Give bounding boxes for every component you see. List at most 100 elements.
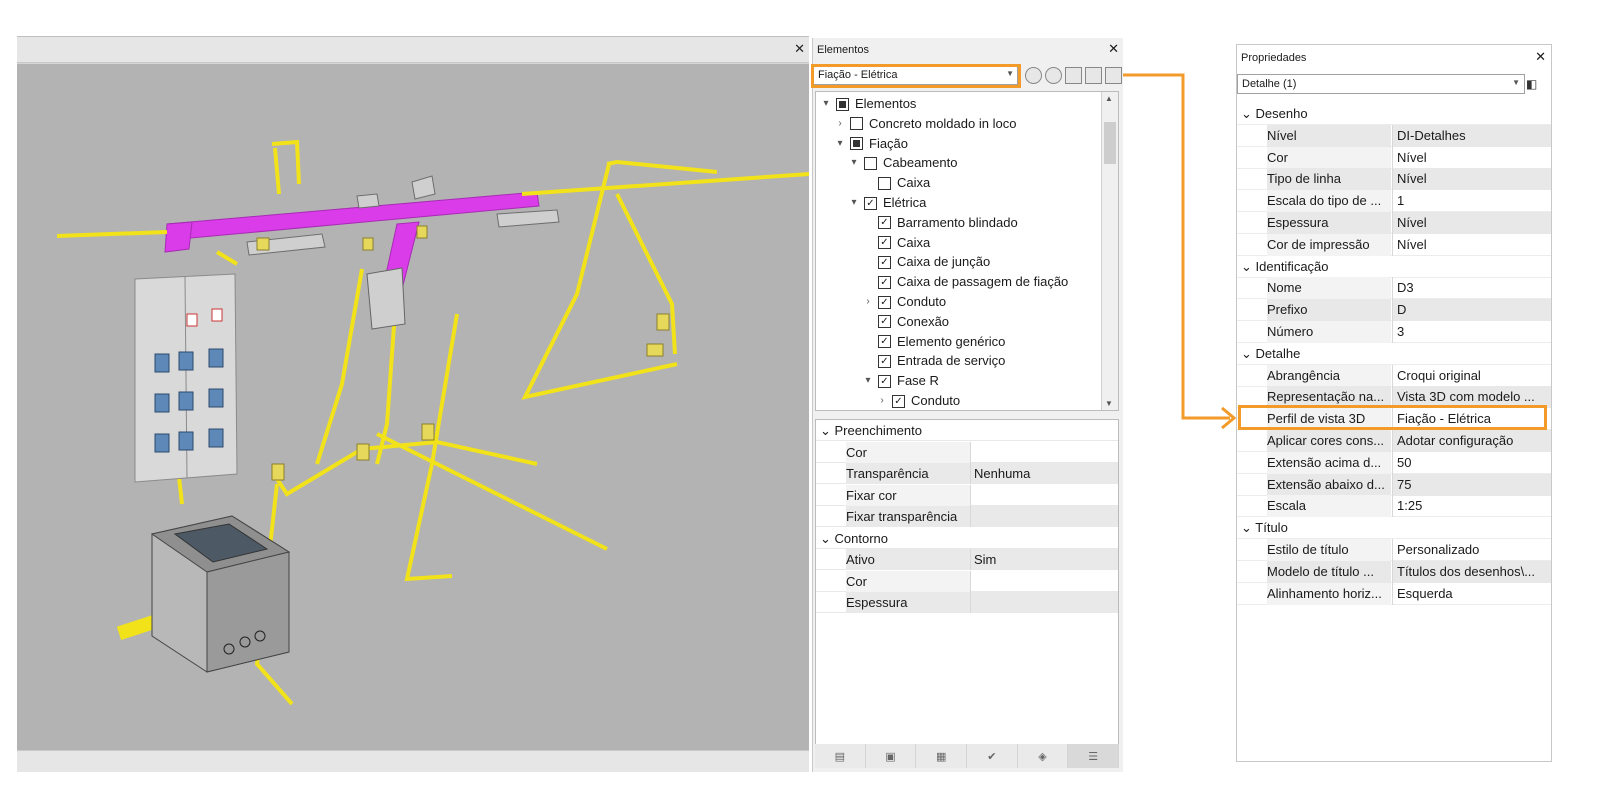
chevron-down-icon[interactable]: ⌄	[1241, 259, 1256, 274]
property-row[interactable]: Cor	[816, 570, 1118, 592]
property-row[interactable]: Cor	[816, 441, 1118, 463]
chevron-down-icon[interactable]: ▾	[834, 134, 846, 154]
chevron-down-icon[interactable]: ▾	[820, 94, 832, 114]
tree-item[interactable]: ▾ Elementos	[820, 94, 916, 114]
tree-item[interactable]: ✓ Caixa de junção	[862, 252, 990, 272]
tree-checkbox[interactable]	[850, 117, 863, 131]
chevron-down-icon[interactable]: ▾	[862, 371, 874, 391]
chevron-down-icon[interactable]: ⌄	[1241, 346, 1256, 361]
property-row[interactable]: Estilo de título Personalizado	[1237, 539, 1551, 561]
new-profile-icon[interactable]	[1025, 67, 1042, 84]
tree-item[interactable]: ▾ Cabeamento	[848, 153, 957, 173]
tree-checkbox[interactable]	[864, 156, 877, 170]
property-section[interactable]: ⌄ Desenho	[1237, 103, 1551, 125]
chevron-down-icon[interactable]: ▾	[848, 193, 860, 213]
tree-checkbox[interactable]	[836, 97, 849, 111]
scroll-down-icon[interactable]: ▼	[1105, 399, 1113, 408]
property-section[interactable]: ⌄ Contorno	[816, 527, 1118, 549]
chevron-down-icon[interactable]: ⌄	[820, 531, 835, 546]
property-value[interactable]: Nenhuma	[970, 463, 1118, 484]
property-row[interactable]: Ativo Sim	[816, 549, 1118, 570]
elements-tree[interactable]: ▲ ▼ ▾ Elementos › Concreto moldado in loco ▾…	[815, 91, 1119, 411]
property-row[interactable]: Espessura Nível	[1237, 212, 1551, 234]
property-row[interactable]: Cor de impressão Nível	[1237, 233, 1551, 256]
3d-viewport[interactable]: ✕	[17, 36, 809, 772]
tree-checkbox[interactable]: ✓	[878, 255, 891, 269]
tree-item[interactable]: › Concreto moldado in loco	[834, 114, 1016, 134]
3d-model-scene[interactable]	[17, 64, 809, 751]
property-value[interactable]: Títulos dos desenhos\...	[1392, 560, 1551, 583]
property-row[interactable]: Extensão abaixo d... 75	[1237, 473, 1551, 496]
tree-item[interactable]: ✓ Entrada de serviço	[862, 351, 1005, 371]
property-value[interactable]: Nível	[1392, 212, 1551, 234]
property-row[interactable]: Número 3	[1237, 321, 1551, 343]
property-row[interactable]: Abrangência Croqui original	[1237, 364, 1551, 387]
tree-item[interactable]: ▾ ✓ Elétrica	[848, 193, 926, 213]
tab-detail-icon[interactable]: ▦	[916, 744, 968, 768]
property-row[interactable]: Cor Nível	[1237, 146, 1551, 169]
property-section[interactable]: ⌄ Identificação	[1237, 256, 1551, 278]
menu-icon[interactable]	[1105, 67, 1122, 84]
chevron-down-icon[interactable]: ▾	[848, 153, 860, 173]
property-row[interactable]: Alinhamento horiz... Esquerda	[1237, 582, 1551, 605]
property-section[interactable]: ⌄ Detalhe	[1237, 343, 1551, 365]
tree-checkbox[interactable]	[850, 137, 863, 151]
tree-item[interactable]: Caixa	[862, 173, 930, 193]
property-value[interactable]	[970, 570, 1118, 592]
property-row[interactable]: Escala 1:25	[1237, 495, 1551, 518]
property-row[interactable]: Fixar cor	[816, 484, 1118, 506]
tree-item[interactable]: ▾ Fiação	[834, 134, 908, 154]
tree-checkbox[interactable]: ✓	[878, 236, 891, 250]
tree-item[interactable]: ✓ Elemento genérico	[862, 332, 1005, 352]
property-value[interactable]: D3	[1392, 277, 1551, 300]
tree-checkbox[interactable]	[878, 176, 891, 190]
property-value[interactable]: Esquerda	[1392, 582, 1551, 605]
property-value[interactable]: Nível	[1392, 233, 1551, 256]
tree-item[interactable]: › ✓ Conduto	[862, 292, 946, 312]
property-value[interactable]: 3	[1392, 321, 1551, 343]
tree-item[interactable]: › ✓ Conduto	[876, 391, 960, 410]
tab-view-icon[interactable]: ▣	[865, 744, 917, 768]
rename-profile-icon[interactable]	[1085, 67, 1102, 84]
edit-properties-icon[interactable]: ◧	[1526, 77, 1546, 92]
property-row[interactable]: Prefixo D	[1237, 299, 1551, 322]
chevron-down-icon[interactable]: ⌄	[1241, 106, 1256, 121]
property-value[interactable]: 50	[1392, 451, 1551, 474]
property-value[interactable]	[970, 441, 1118, 463]
property-value[interactable]: Nível	[1392, 146, 1551, 169]
tree-checkbox[interactable]: ✓	[878, 374, 891, 388]
property-row[interactable]: Extensão acima d... 50	[1237, 451, 1551, 474]
tree-checkbox[interactable]: ✓	[878, 335, 891, 349]
property-value[interactable]: Nível	[1392, 168, 1551, 191]
tree-checkbox[interactable]: ✓	[878, 354, 891, 368]
property-value[interactable]: Adotar configuração	[1392, 430, 1551, 452]
chevron-down-icon[interactable]: ⌄	[1241, 520, 1255, 535]
property-value[interactable]: 1	[1392, 190, 1551, 213]
property-row[interactable]: Aplicar cores cons... Adotar configuração	[1237, 430, 1551, 452]
tab-tag-icon[interactable]: ◈	[1017, 744, 1069, 768]
property-row[interactable]: Espessura	[816, 592, 1118, 613]
property-value[interactable]	[970, 592, 1118, 613]
tree-checkbox[interactable]: ✓	[864, 196, 877, 210]
property-row[interactable]: Modelo de título ... Títulos dos desenhos…	[1237, 560, 1551, 583]
tree-item[interactable]: ✓ Barramento blindado	[862, 213, 1018, 233]
property-value[interactable]: DI-Detalhes	[1392, 124, 1551, 147]
property-value[interactable]: Croqui original	[1392, 364, 1551, 387]
tree-scrollbar[interactable]: ▲ ▼	[1101, 92, 1118, 410]
property-value[interactable]: Personalizado	[1392, 539, 1551, 561]
property-row[interactable]: Nível DI-Detalhes	[1237, 124, 1551, 147]
chevron-right-icon[interactable]: ›	[862, 292, 874, 312]
tree-checkbox[interactable]: ✓	[878, 315, 891, 329]
tree-item[interactable]: ✓ Caixa de passagem de fiação	[862, 272, 1068, 292]
tree-item[interactable]: ✓ Caixa	[862, 233, 930, 253]
tree-checkbox[interactable]: ✓	[878, 216, 891, 230]
selection-dropdown[interactable]: Detalhe (1) ▼	[1237, 74, 1525, 94]
remove-profile-icon[interactable]	[1045, 67, 1062, 84]
chevron-right-icon[interactable]: ›	[876, 391, 888, 410]
tree-item[interactable]: ▾ ✓ Fase R	[862, 371, 938, 391]
property-value[interactable]: 75	[1392, 473, 1551, 496]
property-row[interactable]: Transparência Nenhuma	[816, 463, 1118, 484]
property-row[interactable]: Fixar transparência	[816, 506, 1118, 527]
property-value[interactable]: D	[1392, 299, 1551, 322]
tab-check-icon[interactable]: ✔	[967, 744, 1018, 768]
